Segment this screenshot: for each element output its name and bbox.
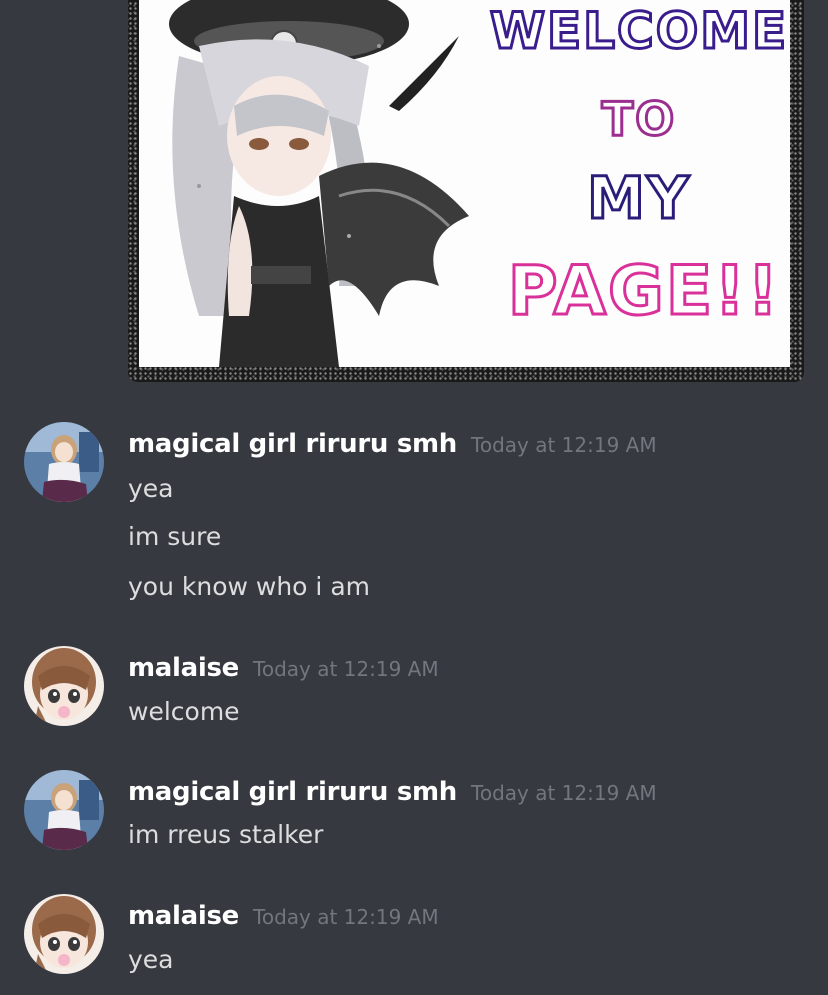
to-word: TO	[600, 91, 677, 148]
my-word: MY	[586, 163, 691, 234]
avatar-image	[24, 646, 104, 726]
timestamp: Today at 12:19 AM	[253, 657, 439, 681]
timestamp: Today at 12:19 AM	[471, 433, 657, 457]
timestamp: Today at 12:19 AM	[253, 905, 439, 929]
image-canvas: WELCOME TO MY PAGE!!	[139, 0, 790, 367]
message-header: malaise Today at 12:19 AM	[128, 653, 439, 683]
avatar-image	[24, 422, 104, 502]
username[interactable]: malaise	[128, 901, 239, 931]
message-text: im sure	[128, 522, 222, 551]
message-text: welcome	[128, 697, 240, 726]
username[interactable]: malaise	[128, 653, 239, 683]
malaise-avatar[interactable]	[24, 646, 104, 726]
riruru-avatar[interactable]	[24, 422, 104, 502]
avatar-image	[24, 770, 104, 850]
welcome-word: WELCOME	[488, 1, 789, 62]
avatar-image	[24, 894, 104, 974]
riruru-avatar[interactable]	[24, 770, 104, 850]
anime-girl-illustration	[169, 0, 469, 367]
embedded-image[interactable]: WELCOME TO MY PAGE!!	[128, 0, 804, 382]
message-text: you know who i am	[128, 572, 370, 601]
username[interactable]: magical girl riruru smh	[128, 429, 457, 459]
message-header: magical girl riruru smh Today at 12:19 AM	[128, 777, 657, 807]
message-header: magical girl riruru smh Today at 12:19 AM	[128, 429, 657, 459]
username[interactable]: magical girl riruru smh	[128, 777, 457, 807]
timestamp: Today at 12:19 AM	[471, 781, 657, 805]
malaise-avatar[interactable]	[24, 894, 104, 974]
message-text: yea	[128, 945, 174, 974]
message-text: yea	[128, 474, 174, 503]
message-text: im rreus stalker	[128, 820, 324, 849]
chat-window: WELCOME TO MY PAGE!! magical girl riruru…	[0, 0, 828, 995]
page-word: PAGE!!	[506, 251, 781, 333]
message-header: malaise Today at 12:19 AM	[128, 901, 439, 931]
